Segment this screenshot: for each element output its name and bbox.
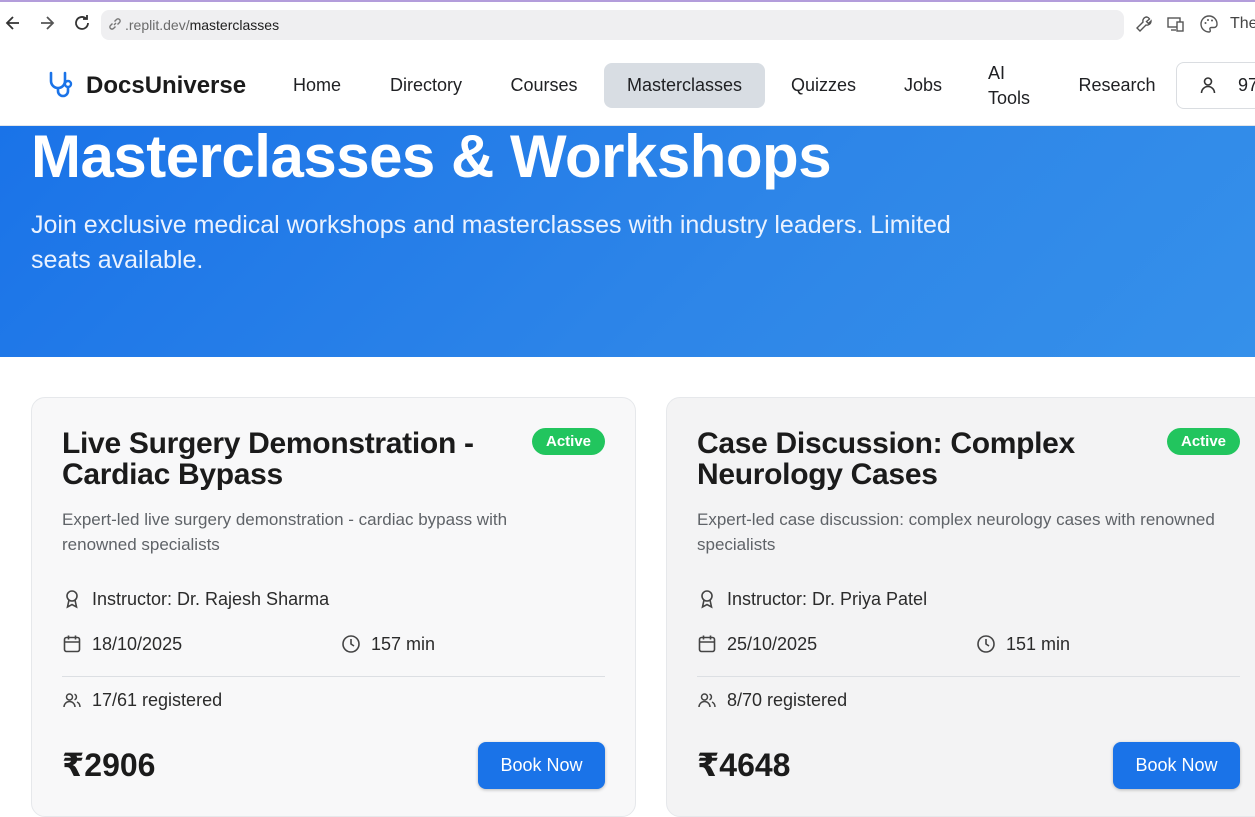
back-arrow-icon[interactable]	[3, 12, 23, 34]
account-text: 97	[1238, 75, 1255, 95]
calendar-icon	[62, 634, 82, 654]
date-text: 18/10/2025	[92, 634, 183, 654]
url-text: .replit.dev/masterclasses	[125, 17, 279, 33]
site-header: DocsUniverse Home Directory Courses Mast…	[0, 45, 1255, 126]
page-title: Masterclasses & Workshops	[31, 123, 832, 190]
page-subtitle: Join exclusive medical workshops and mas…	[31, 211, 951, 274]
divider	[62, 676, 605, 677]
users-icon	[697, 690, 717, 710]
price: ₹4648	[697, 747, 791, 783]
forward-arrow-icon[interactable]	[37, 12, 57, 34]
logo-text[interactable]: DocsUniverse	[86, 72, 246, 100]
book-now-button[interactable]: Book Now	[1113, 742, 1240, 789]
devices-icon[interactable]	[1166, 14, 1186, 34]
registered-text: 8/70 registered	[727, 690, 848, 710]
nav-home[interactable]: Home	[280, 63, 354, 108]
card-description: Expert-led case discussion: complex neur…	[697, 510, 1215, 554]
clock-icon	[976, 634, 996, 654]
calendar-icon	[697, 634, 717, 654]
link-icon	[107, 16, 123, 32]
clock-icon	[341, 634, 361, 654]
hero-banner: Masterclasses & Workshops Join exclusive…	[0, 123, 1255, 357]
status-badge: Active	[532, 428, 605, 455]
card-title: Live Surgery Demonstration - Cardiac Byp…	[62, 427, 474, 491]
book-now-button[interactable]: Book Now	[478, 742, 605, 789]
registered-text: 17/61 registered	[92, 690, 223, 710]
account-button[interactable]: 97	[1176, 62, 1255, 109]
url-path: masterclasses	[189, 17, 280, 33]
status-badge: Active	[1167, 428, 1240, 455]
nav-masterclasses[interactable]: Masterclasses	[604, 63, 765, 108]
duration-text: 151 min	[1006, 634, 1071, 654]
nav-ai-tools[interactable]: AI Tools	[976, 61, 1046, 111]
masterclass-card: Live Surgery Demonstration - Cardiac Byp…	[31, 397, 636, 817]
url-domain: .replit.dev/	[125, 17, 190, 33]
duration-text: 157 min	[371, 634, 436, 654]
users-icon	[62, 690, 82, 710]
price: ₹2906	[62, 747, 156, 783]
user-icon	[1198, 75, 1218, 95]
browser-toolbar: .replit.dev/masterclasses The	[0, 0, 1255, 45]
date-text: 25/10/2025	[727, 634, 818, 654]
nav-ai-tools-line2: Tools	[988, 88, 1031, 108]
masterclass-card: Case Discussion: Complex Neurology Cases…	[666, 397, 1255, 817]
nav-research[interactable]: Research	[1064, 63, 1170, 108]
instructor-text: Instructor: Dr. Priya Patel	[727, 589, 928, 609]
nav-jobs[interactable]: Jobs	[891, 63, 955, 108]
award-icon	[62, 589, 82, 609]
instructor-text: Instructor: Dr. Rajesh Sharma	[92, 589, 330, 609]
address-bar[interactable]: .replit.dev/masterclasses	[101, 10, 1124, 40]
nav-ai-tools-line1: AI	[988, 63, 1006, 83]
nav-courses[interactable]: Courses	[497, 63, 591, 108]
reload-icon[interactable]	[72, 12, 92, 34]
divider	[697, 676, 1240, 677]
nav-quizzes[interactable]: Quizzes	[777, 63, 870, 108]
stethoscope-icon[interactable]	[46, 70, 76, 100]
tab-truncated-text: The	[1230, 15, 1255, 32]
palette-icon[interactable]	[1199, 14, 1219, 34]
wrench-icon[interactable]	[1134, 14, 1154, 34]
nav-directory[interactable]: Directory	[374, 63, 478, 108]
card-title: Case Discussion: Complex Neurology Cases	[697, 427, 1075, 491]
award-icon	[697, 589, 717, 609]
card-description: Expert-led live surgery demonstration - …	[62, 510, 508, 554]
